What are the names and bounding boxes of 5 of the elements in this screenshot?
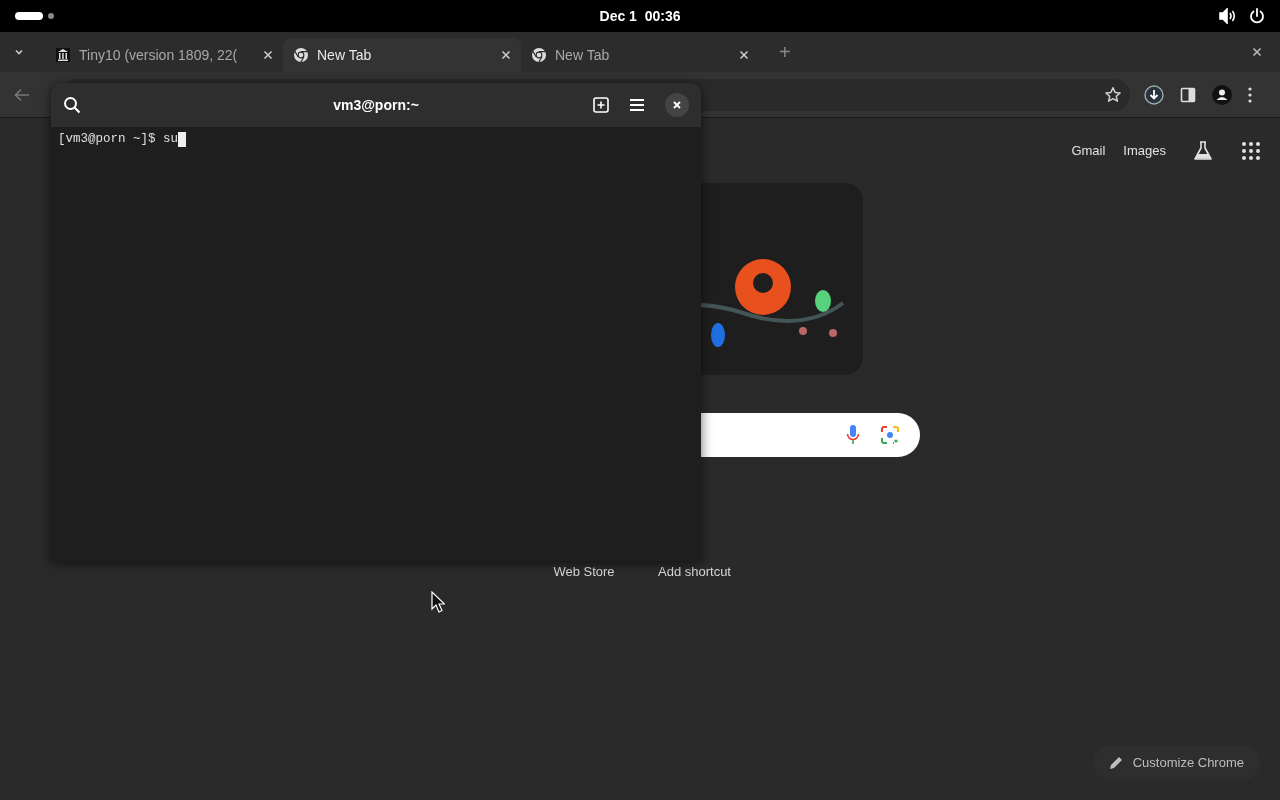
tab-title: New Tab — [317, 45, 373, 65]
tab-title: Tiny10 (version 1809, 22( — [79, 45, 239, 65]
window-title: vm3@porn:~ — [333, 95, 419, 115]
terminal-line: [vm3@porn ~]$ su — [58, 131, 179, 148]
tab-title: New Tab — [555, 45, 611, 65]
